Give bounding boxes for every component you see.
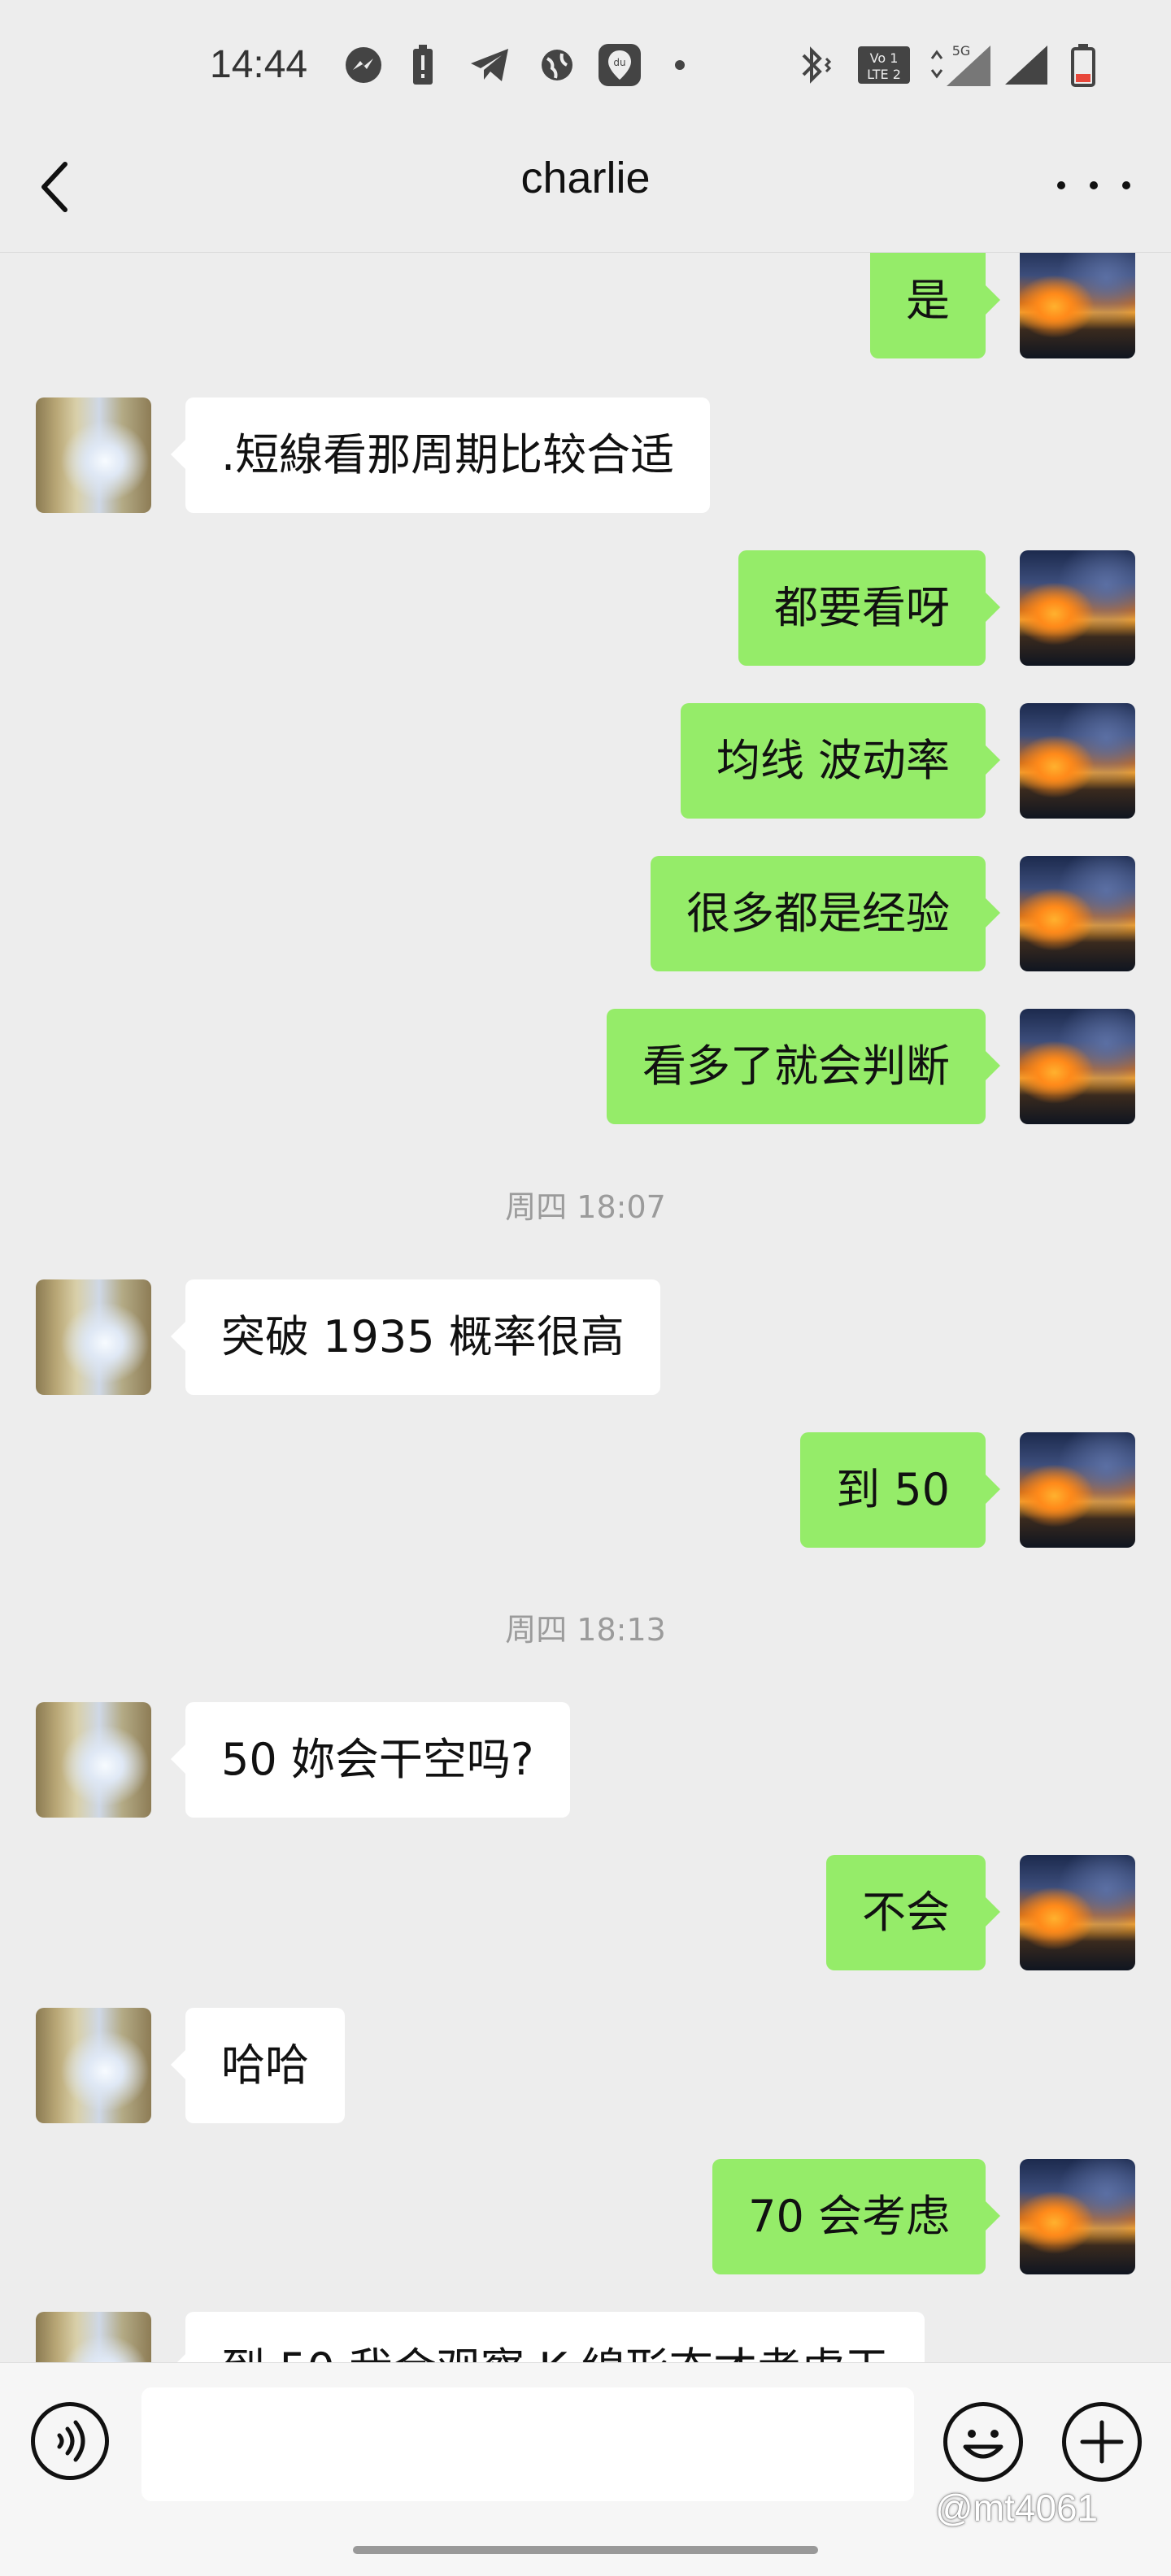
svg-text:Vo 1: Vo 1 <box>870 50 899 66</box>
my-avatar[interactable] <box>1020 1009 1135 1124</box>
globe-icon <box>537 42 577 88</box>
more-options-button[interactable] <box>1057 161 1130 210</box>
my-avatar[interactable] <box>1020 1432 1135 1548</box>
more-actions-button[interactable] <box>1062 2402 1142 2482</box>
my-avatar[interactable] <box>1020 856 1135 971</box>
svg-text:du: du <box>613 57 625 68</box>
my-avatar[interactable] <box>1020 1855 1135 1970</box>
my-avatar[interactable] <box>1020 2159 1135 2274</box>
more-icon <box>1057 181 1065 189</box>
home-indicator[interactable] <box>353 2546 818 2554</box>
message-bubble-received[interactable]: 哈哈 <box>171 2008 345 2123</box>
svg-text:5G: 5G <box>952 43 971 59</box>
voice-icon <box>57 2420 85 2462</box>
message-bubble-sent[interactable]: 看多了就会判断 <box>607 1009 1000 1124</box>
du-app-icon: du <box>595 42 644 88</box>
timestamp: 周四 18:07 <box>505 1189 666 1225</box>
message-bubble-sent[interactable]: 70 会考虑 <box>712 2159 1000 2274</box>
my-avatar[interactable] <box>1020 550 1135 666</box>
notification-dot-icon <box>672 42 688 88</box>
contact-avatar[interactable] <box>36 2008 151 2123</box>
my-avatar[interactable] <box>1020 253 1135 358</box>
emoji-button[interactable] <box>943 2402 1023 2482</box>
battery-icon <box>1065 42 1101 88</box>
my-avatar[interactable] <box>1020 703 1135 819</box>
battery-alert-icon <box>408 42 437 88</box>
voice-button[interactable] <box>31 2402 109 2480</box>
contact-avatar[interactable] <box>36 1279 151 1395</box>
chat-title: charlie <box>520 154 651 202</box>
signal-5g-icon: 5G <box>929 42 994 88</box>
input-bar <box>0 2362 1171 2576</box>
svg-text:LTE 2: LTE 2 <box>867 67 901 82</box>
telegram-icon <box>468 42 512 88</box>
contact-avatar[interactable] <box>36 2312 151 2362</box>
chat-header: charlie <box>0 122 1171 253</box>
message-bubble-sent[interactable]: 不会 <box>826 1855 1000 1970</box>
message-bubble-sent[interactable]: 都要看呀 <box>738 550 1000 666</box>
emoji-icon <box>963 2430 1003 2459</box>
message-bubble-sent[interactable]: 均线 波动率 <box>680 703 1001 819</box>
watermark: @mt4061 <box>935 2487 1099 2529</box>
message-bubble-sent[interactable]: 很多都是经验 <box>651 856 1000 971</box>
status-time: 14:44 <box>210 43 308 86</box>
message-bubble-sent[interactable]: 是 <box>870 253 1000 358</box>
message-bubble-received[interactable]: .短線看那周期比较合适 <box>170 397 711 513</box>
volte-icon: Vo 1 LTE 2 <box>855 42 912 88</box>
timestamp: 周四 18:13 <box>505 1612 666 1648</box>
contact-avatar[interactable] <box>36 1702 151 1818</box>
status-bar: 14:44 du Vo 1 LTE 2 5G <box>0 0 1171 122</box>
bluetooth-vibrate-icon <box>790 42 836 88</box>
plus-icon <box>1080 2420 1124 2464</box>
messenger-icon <box>342 42 385 88</box>
message-input[interactable] <box>141 2387 914 2501</box>
message-bubble-received[interactable]: 50 妳会干空吗? <box>171 1702 570 1818</box>
message-bubble-sent[interactable]: 到 50 <box>800 1432 1000 1548</box>
message-list[interactable]: 是 .短線看那周期比较合适 都要看呀 均线 波动率 很多都是经验 看多了就会判断… <box>0 253 1171 2362</box>
cell-signal-icon <box>1002 42 1051 88</box>
message-bubble-received[interactable]: 到 50 我会观察 K 線形态才考虑干 <box>171 2312 925 2362</box>
message-bubble-received[interactable]: 突破 1935 概率很高 <box>171 1279 660 1395</box>
contact-avatar[interactable] <box>36 397 151 513</box>
